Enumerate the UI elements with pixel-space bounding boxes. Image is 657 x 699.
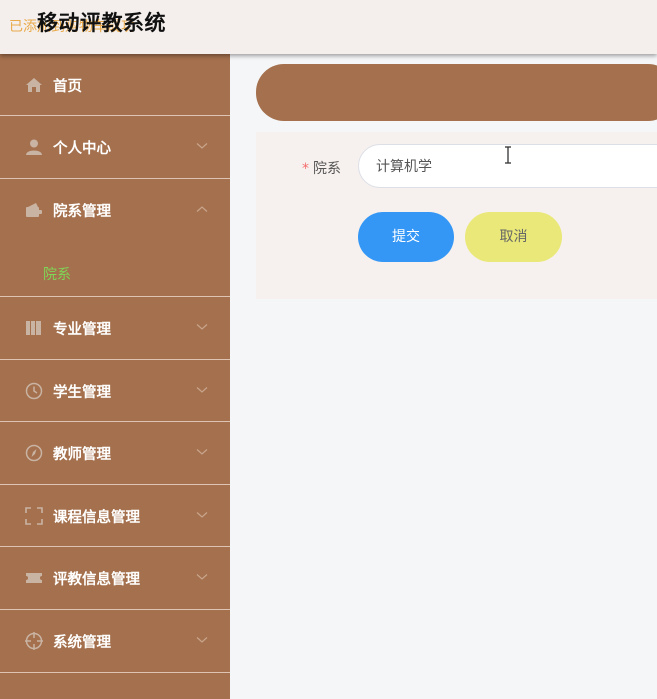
top-header: 已添加到购物车成功 移动评教系统 <box>0 0 657 54</box>
chevron-down-icon <box>196 449 208 455</box>
department-field-label: * 院系 <box>302 158 341 178</box>
sidebar-item-label: 评教信息管理 <box>53 572 140 588</box>
field-label-text: 院系 <box>313 161 341 177</box>
chevron-down-icon <box>196 387 208 393</box>
sidebar: 首页 个人中心 院系管理 院系 专业管理 学生管理 教师管理 课程信息管理 评教… <box>0 54 230 699</box>
ticket-icon <box>26 573 42 583</box>
chevron-down-icon <box>196 637 208 643</box>
compass-icon <box>25 444 43 462</box>
sidebar-item-label: 课程信息管理 <box>53 510 140 526</box>
wallet-icon <box>26 203 42 217</box>
books-icon <box>26 321 41 335</box>
chevron-down-icon <box>196 512 208 518</box>
cancel-button[interactable]: 取消 <box>465 212 562 262</box>
sidebar-item-personal-center[interactable]: 个人中心 <box>0 116 230 179</box>
clock-icon <box>25 382 43 400</box>
home-icon <box>26 78 42 92</box>
chevron-down-icon <box>196 574 208 580</box>
sidebar-item-label: 系统管理 <box>53 635 111 651</box>
sidebar-item-major-management[interactable]: 专业管理 <box>0 297 230 360</box>
sidebar-item-department-management[interactable]: 院系管理 院系 <box>0 179 230 297</box>
sidebar-item-label: 学生管理 <box>53 385 111 401</box>
sidebar-item-label: 专业管理 <box>53 322 111 338</box>
text-cursor-icon <box>505 146 511 164</box>
crosshair-icon <box>25 632 43 650</box>
app-title: 移动评教系统 <box>37 11 166 35</box>
content-banner <box>256 64 657 121</box>
sidebar-item-course-info-management[interactable]: 课程信息管理 <box>0 485 230 547</box>
sidebar-item-evaluation-info-management[interactable]: 评教信息管理 <box>0 547 230 610</box>
sidebar-item-label: 院系管理 <box>53 204 111 220</box>
sidebar-item-label: 教师管理 <box>53 447 111 463</box>
submenu-item-department[interactable]: 院系 <box>43 264 71 284</box>
sidebar-item-label: 首页 <box>53 79 82 95</box>
chevron-up-icon <box>196 206 208 212</box>
sidebar-item-system-management[interactable]: 系统管理 <box>0 610 230 673</box>
submit-button[interactable]: 提交 <box>358 212 454 262</box>
required-mark: * <box>302 161 309 177</box>
sidebar-item-student-management[interactable]: 学生管理 <box>0 360 230 422</box>
chevron-down-icon <box>196 324 208 330</box>
sidebar-item-label: 个人中心 <box>53 141 111 157</box>
fullscreen-icon <box>25 507 43 525</box>
sidebar-item-home[interactable]: 首页 <box>0 54 230 116</box>
user-icon <box>26 139 42 155</box>
chevron-down-icon <box>196 143 208 149</box>
sidebar-item-teacher-management[interactable]: 教师管理 <box>0 422 230 485</box>
